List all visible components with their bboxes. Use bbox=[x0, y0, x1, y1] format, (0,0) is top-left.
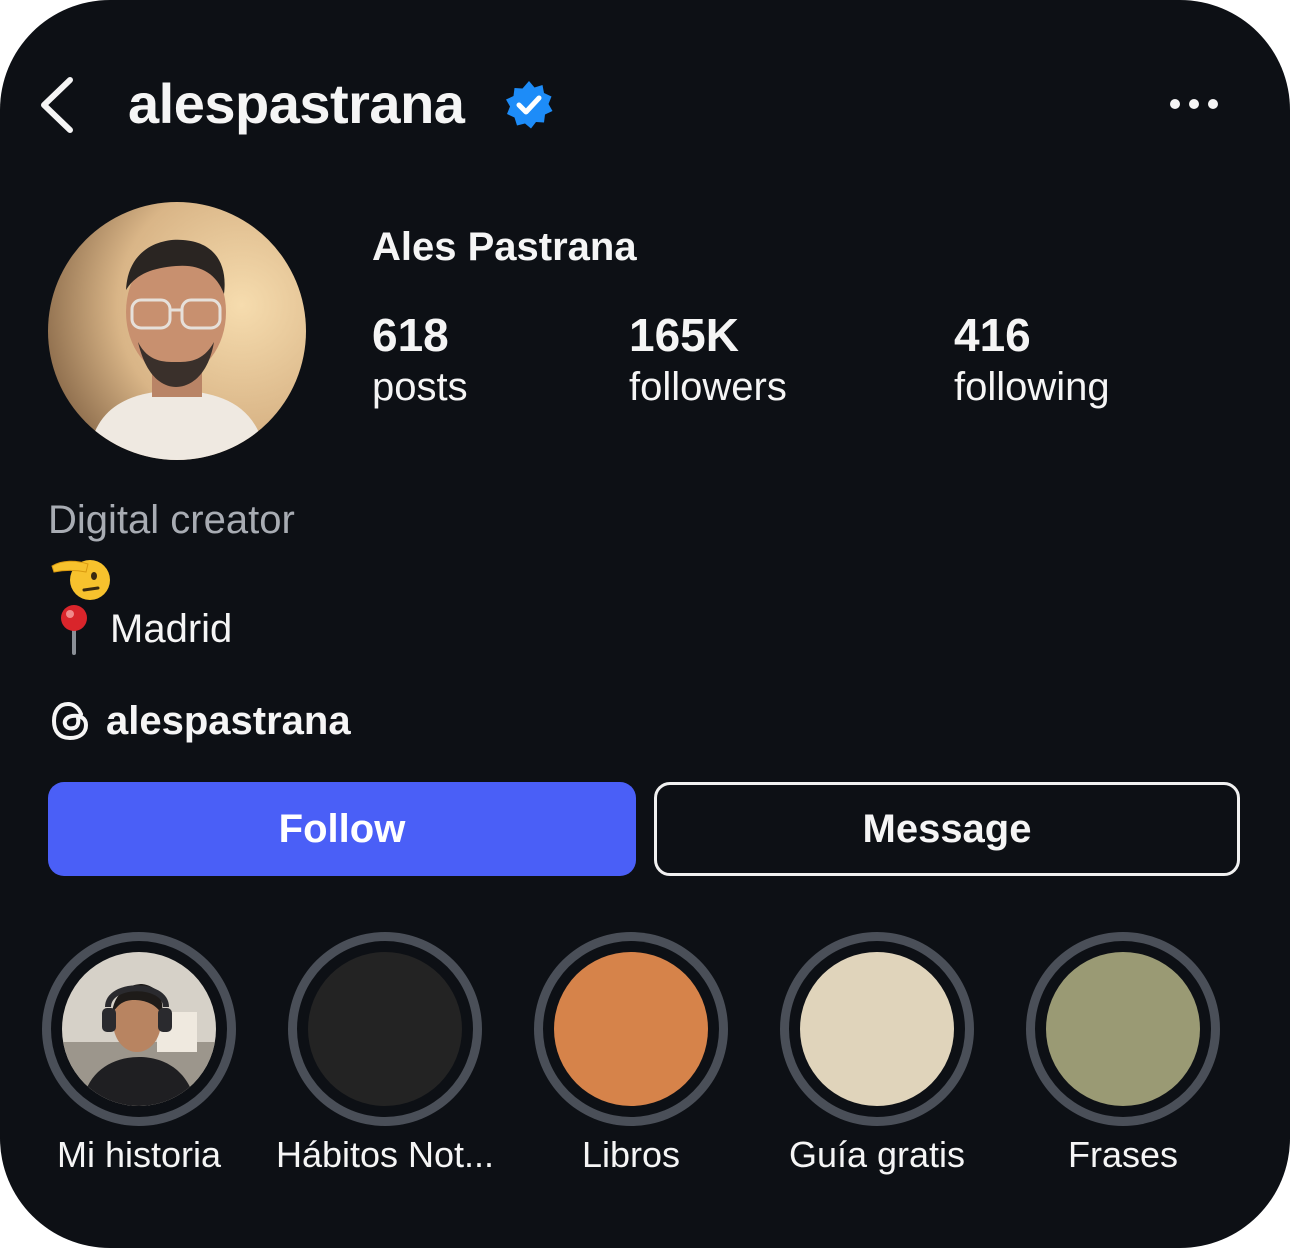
stat-value: 165K bbox=[629, 309, 739, 361]
more-horizontal-icon[interactable] bbox=[1160, 84, 1230, 124]
highlight-cover bbox=[1046, 952, 1200, 1106]
highlight-label: Libros bbox=[581, 1134, 681, 1175]
highlight-habitos[interactable]: Hábitos Not... bbox=[276, 932, 494, 1175]
highlight-ring bbox=[42, 932, 236, 1126]
highlight-mi-historia[interactable]: Mi historia bbox=[42, 932, 236, 1175]
stat-label: following bbox=[954, 365, 1110, 409]
top-bar: alespastrana bbox=[0, 60, 1290, 150]
message-button[interactable]: Message bbox=[654, 782, 1240, 876]
round-pushpin-icon bbox=[61, 605, 87, 655]
highlight-frases[interactable]: Frases bbox=[1026, 932, 1220, 1175]
stat-posts[interactable]: 618 posts bbox=[372, 306, 468, 410]
stat-label: posts bbox=[372, 365, 468, 409]
highlight-label: Guía gratis bbox=[788, 1134, 966, 1175]
highlight-libros[interactable]: Libros bbox=[534, 932, 728, 1175]
avatar[interactable] bbox=[48, 202, 306, 460]
highlight-guia-gratis[interactable]: Guía gratis bbox=[780, 932, 974, 1175]
highlight-ring bbox=[1026, 932, 1220, 1126]
highlight-cover bbox=[554, 952, 708, 1106]
verified-badge-icon bbox=[506, 81, 553, 129]
profile-category: Digital creator bbox=[48, 498, 295, 542]
location-line: Madrid bbox=[50, 602, 232, 656]
stat-label: followers bbox=[629, 365, 787, 409]
highlight-cover bbox=[308, 952, 462, 1106]
highlight-cover-photo bbox=[62, 952, 216, 1106]
stat-following[interactable]: 416 following bbox=[954, 306, 1110, 410]
threads-icon bbox=[51, 701, 89, 741]
profile-screen: alespastrana Ales Pastrana 618 posts 165… bbox=[0, 0, 1290, 1248]
highlight-ring bbox=[288, 932, 482, 1126]
highlight-ring bbox=[534, 932, 728, 1126]
highlight-label: Hábitos Not... bbox=[275, 1134, 495, 1175]
stat-value: 416 bbox=[954, 309, 1031, 361]
highlight-cover bbox=[800, 952, 954, 1106]
follow-button[interactable]: Follow bbox=[48, 782, 636, 876]
location-text: Madrid bbox=[110, 606, 233, 651]
highlight-label: Mi historia bbox=[56, 1134, 222, 1175]
profile-username: alespastrana bbox=[128, 72, 465, 135]
saluting-face-icon bbox=[51, 560, 110, 600]
chevron-left-icon[interactable] bbox=[34, 72, 82, 138]
highlight-ring bbox=[780, 932, 974, 1126]
threads-link[interactable]: alespastrana bbox=[48, 694, 351, 748]
stat-followers[interactable]: 165K followers bbox=[629, 306, 787, 410]
stat-value: 618 bbox=[372, 309, 449, 361]
threads-handle: alespastrana bbox=[106, 698, 351, 743]
display-name: Ales Pastrana bbox=[372, 225, 637, 269]
highlight-label: Frases bbox=[1067, 1134, 1179, 1175]
